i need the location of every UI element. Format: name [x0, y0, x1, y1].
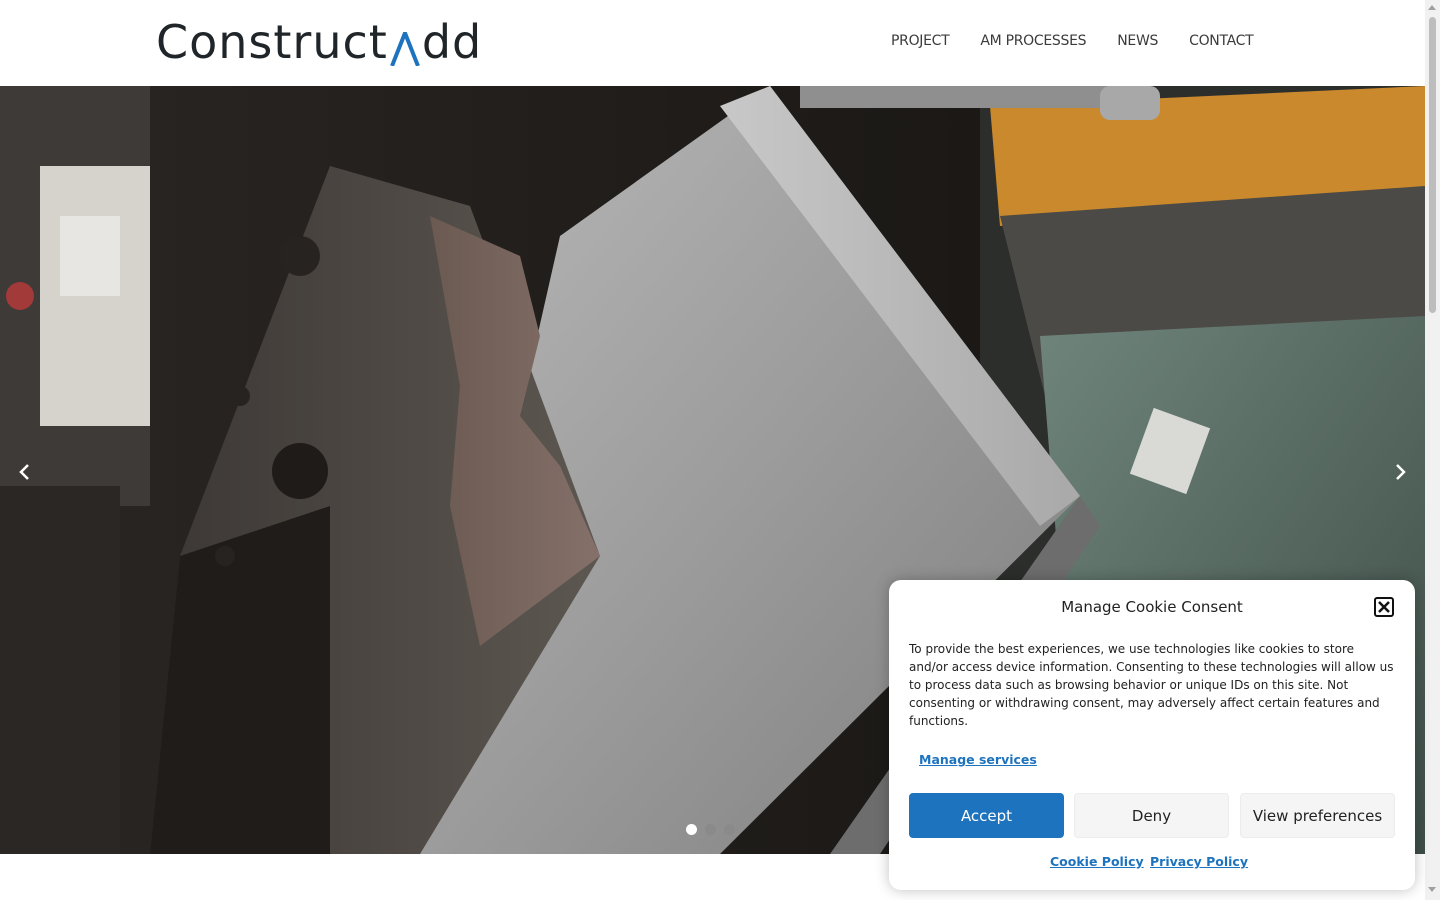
view-preferences-button[interactable]: View preferences: [1240, 793, 1395, 838]
nav-news[interactable]: NEWS: [1117, 33, 1158, 49]
accept-button[interactable]: Accept: [909, 793, 1064, 838]
slider-prev-arrow-icon[interactable]: [13, 460, 37, 484]
site-logo[interactable]: Construct dd: [156, 18, 482, 66]
manage-services-link[interactable]: Manage services: [919, 752, 1037, 767]
cookie-policy-link[interactable]: Cookie Policy: [1050, 854, 1144, 869]
close-icon[interactable]: [1374, 597, 1394, 617]
scroll-up-arrow-icon[interactable]: [1428, 5, 1436, 10]
cookie-dialog-title: Manage Cookie Consent: [1061, 598, 1243, 616]
slider-dot-1[interactable]: [686, 824, 697, 835]
privacy-policy-link[interactable]: Privacy Policy: [1150, 854, 1248, 869]
slider-pagination: [686, 824, 735, 835]
scroll-down-arrow-icon[interactable]: [1428, 887, 1436, 892]
scroll-thumb[interactable]: [1429, 17, 1436, 313]
logo-text-right: dd: [421, 15, 483, 69]
logo-text-left: Construct: [156, 15, 388, 69]
slider-dot-2[interactable]: [705, 824, 716, 835]
main-nav: PROJECT AM PROCESSES NEWS CONTACT: [891, 33, 1254, 49]
slider-next-arrow-icon[interactable]: [1388, 460, 1412, 484]
site-header: Construct dd PROJECT AM PROCESSES NEWS CO…: [0, 0, 1425, 86]
logo-a-mark-icon: [389, 32, 420, 66]
nav-contact[interactable]: CONTACT: [1189, 33, 1254, 49]
slider-dot-3[interactable]: [724, 824, 735, 835]
cookie-consent-dialog: Manage Cookie Consent To provide the bes…: [889, 580, 1415, 890]
nav-project[interactable]: PROJECT: [891, 33, 950, 49]
nav-am-processes[interactable]: AM PROCESSES: [980, 33, 1086, 49]
cookie-dialog-text: To provide the best experiences, we use …: [909, 642, 1394, 728]
deny-button[interactable]: Deny: [1074, 793, 1229, 838]
page-scrollbar[interactable]: [1425, 0, 1440, 900]
